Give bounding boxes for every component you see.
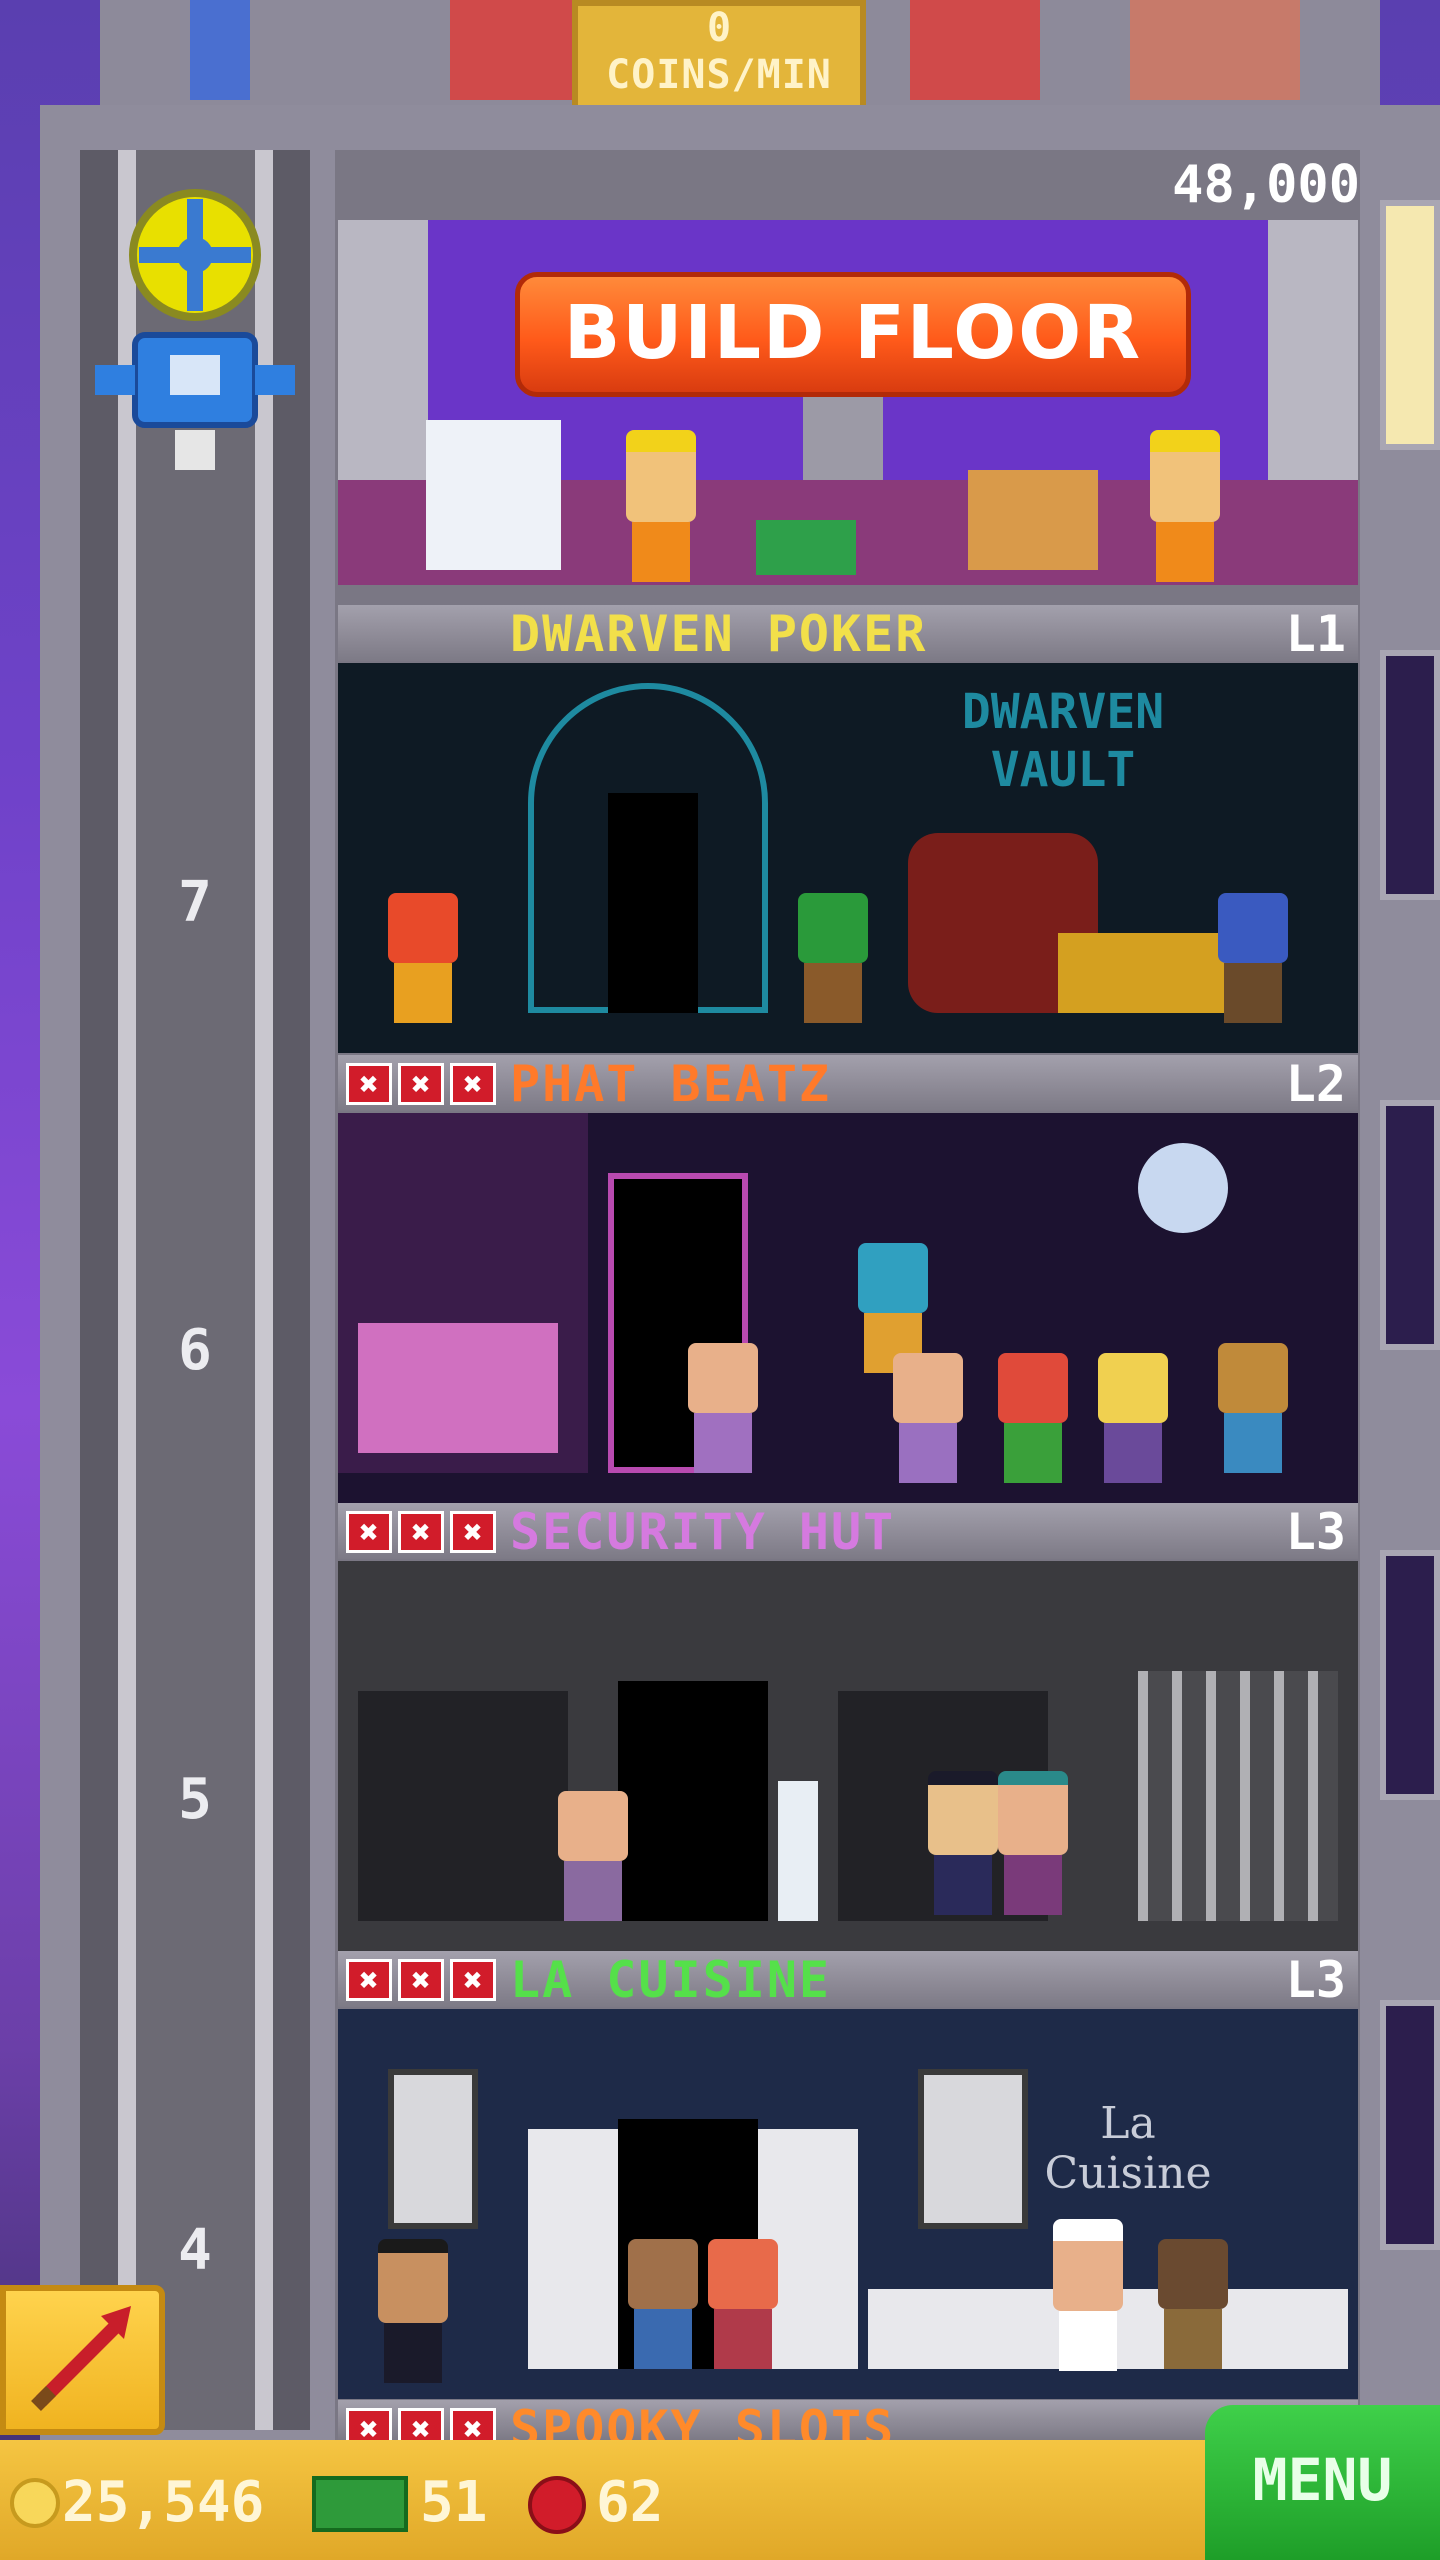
floor-name: SECURITY HUT [510, 1503, 896, 1561]
elevator-car[interactable] [95, 185, 295, 475]
elevator-floor-number: 4 [178, 2218, 212, 2283]
star-rating: ✖ ✖ ✖ [346, 1511, 496, 1553]
rocket-button[interactable] [0, 2285, 165, 2435]
window [1380, 200, 1440, 450]
waiter [378, 2239, 448, 2383]
elevator-floor-number: 5 [178, 1767, 212, 1832]
coins-per-min-value: 0 [706, 5, 732, 51]
wall-painting [388, 2069, 478, 2229]
roof-decoration [1130, 0, 1300, 100]
guest [893, 1353, 963, 1483]
bux-value: 51 [420, 2470, 488, 2535]
floor-name: LA CUISINE [510, 1951, 832, 2009]
floor-header-la-cuisine[interactable]: ✖ ✖ ✖ LA CUISINE L3 [338, 1951, 1358, 2007]
roof-decoration [910, 0, 1040, 100]
dwarf [1218, 893, 1288, 1023]
roof-decoration [190, 0, 250, 100]
guest [1098, 1353, 1168, 1483]
crate [968, 470, 1098, 570]
construction-worker [1150, 430, 1220, 582]
star-missing-icon: ✖ [346, 1959, 392, 2001]
floor-scene-phat-beatz[interactable] [338, 1113, 1358, 1503]
guest [1158, 2239, 1228, 2369]
window [1380, 1550, 1440, 1800]
coins-per-min-label: COINS/MIN [606, 52, 832, 98]
guest [688, 1343, 758, 1473]
star-rating: ✖ ✖ ✖ [346, 1959, 496, 2001]
star-missing-icon: ✖ [346, 2408, 392, 2440]
elevator-rail [118, 150, 136, 2430]
chef [1053, 2219, 1123, 2371]
floor-level: L3 [1285, 1503, 1346, 1561]
bar-counter [358, 1323, 558, 1453]
build-floor-button[interactable]: BUILD FLOOR [515, 272, 1191, 397]
window [1380, 2000, 1440, 2250]
elevator-floor-number: 6 [178, 1318, 212, 1383]
bux-icon [312, 2476, 408, 2532]
window [1380, 650, 1440, 900]
guest [998, 1353, 1068, 1483]
floor-scene-la-cuisine[interactable]: La Cuisine [338, 2009, 1358, 2399]
guard [928, 1771, 998, 1915]
wall-painting [918, 2069, 1028, 2229]
floor-name: SPOOKY SLOTS [510, 2400, 896, 2440]
doorway [608, 793, 698, 1013]
tickets-value: 62 [596, 2470, 664, 2535]
rocket-icon [31, 2306, 131, 2411]
elevator-floor-number: 7 [178, 870, 212, 935]
floor-header-dwarven-poker[interactable]: DWARVEN POKER L1 [338, 605, 1358, 661]
water-cooler [778, 1781, 818, 1921]
star-missing-icon: ✖ [346, 1063, 392, 1105]
floor-name: DWARVEN POKER [510, 605, 928, 663]
doorway [618, 1681, 768, 1921]
floor-header-phat-beatz[interactable]: ✖ ✖ ✖ PHAT BEATZ L2 [338, 1055, 1358, 1111]
star-rating: ✖ ✖ ✖ [346, 2408, 496, 2440]
guest [708, 2239, 778, 2369]
floor-level: L1 [1285, 605, 1346, 663]
dwarf [798, 893, 868, 1023]
star-missing-icon: ✖ [450, 1959, 496, 2001]
ticket-icon [528, 2476, 586, 2534]
monitor-bank [358, 1691, 568, 1921]
jail-cell [1138, 1671, 1338, 1921]
coin-icon [10, 2478, 60, 2528]
star-missing-icon: ✖ [398, 1511, 444, 1553]
guard [558, 1791, 628, 1921]
coins-per-min-display: 0 COINS/MIN [572, 0, 866, 115]
floor-level: L2 [1285, 1055, 1346, 1113]
star-missing-icon: ✖ [346, 1511, 392, 1553]
guest [628, 2239, 698, 2369]
star-missing-icon: ✖ [398, 1959, 444, 2001]
floor-scene-security-hut[interactable] [338, 1561, 1358, 1951]
restaurant-sign: La Cuisine [1044, 2098, 1212, 2199]
star-rating: ✖ ✖ ✖ [346, 1063, 496, 1105]
star-missing-icon: ✖ [398, 2408, 444, 2440]
construction-worker [626, 430, 696, 582]
vault-sign: DWARVEN VAULT [961, 684, 1165, 798]
toolbox [756, 520, 856, 575]
guest [998, 1771, 1068, 1915]
floor-level: L3 [1285, 1951, 1346, 2009]
elevator-shaft-inner [125, 150, 265, 2430]
elevator-rail [255, 150, 273, 2430]
star-missing-icon: ✖ [450, 1063, 496, 1105]
roof-decoration [450, 0, 580, 100]
guest [1218, 1343, 1288, 1473]
dwarf [388, 893, 458, 1023]
elevator-icon [95, 189, 295, 470]
menu-button[interactable]: MENU [1205, 2405, 1440, 2560]
floor-scene-dwarven-poker[interactable]: DWARVEN VAULT [338, 663, 1358, 1053]
window [1380, 1100, 1440, 1350]
disco-ball [1138, 1143, 1228, 1233]
star-missing-icon: ✖ [450, 2408, 496, 2440]
star-missing-icon: ✖ [450, 1511, 496, 1553]
coins-value: 25,546 [62, 2470, 265, 2535]
glass-panel [426, 420, 561, 570]
floor-cost-label: 48,000 [1172, 155, 1360, 215]
floor-name: PHAT BEATZ [510, 1055, 832, 1113]
star-missing-icon: ✖ [398, 1063, 444, 1105]
floor-header-security-hut[interactable]: ✖ ✖ ✖ SECURITY HUT L3 [338, 1503, 1358, 1559]
